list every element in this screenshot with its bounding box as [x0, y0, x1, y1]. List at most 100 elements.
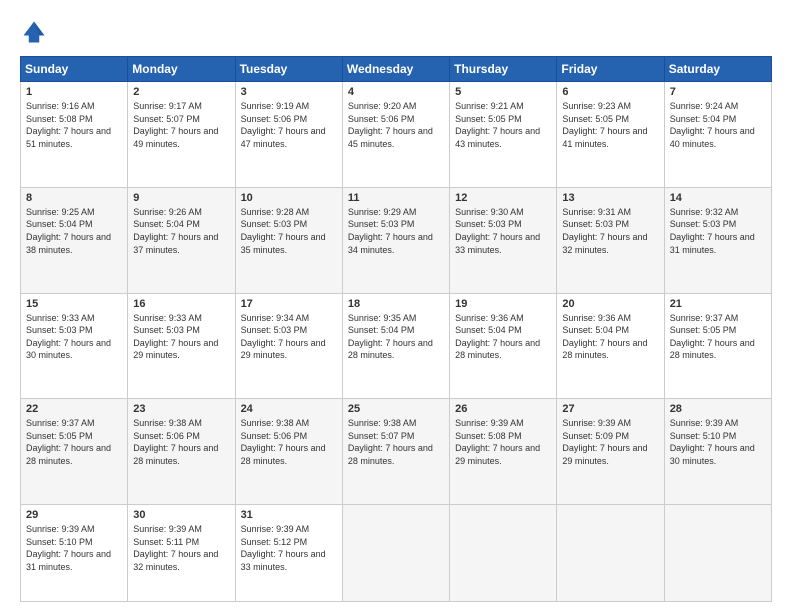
day-cell: 20 Sunrise: 9:36 AMSunset: 5:04 PMDaylig…	[557, 293, 664, 399]
day-cell: 16 Sunrise: 9:33 AMSunset: 5:03 PMDaylig…	[128, 293, 235, 399]
logo-icon	[20, 18, 48, 46]
day-info: Sunrise: 9:37 AMSunset: 5:05 PMDaylight:…	[26, 417, 122, 467]
day-cell: 17 Sunrise: 9:34 AMSunset: 5:03 PMDaylig…	[235, 293, 342, 399]
day-cell: 13 Sunrise: 9:31 AMSunset: 5:03 PMDaylig…	[557, 187, 664, 293]
day-cell: 10 Sunrise: 9:28 AMSunset: 5:03 PMDaylig…	[235, 187, 342, 293]
day-cell: 19 Sunrise: 9:36 AMSunset: 5:04 PMDaylig…	[450, 293, 557, 399]
day-info: Sunrise: 9:30 AMSunset: 5:03 PMDaylight:…	[455, 206, 551, 256]
day-number: 14	[670, 192, 766, 204]
day-info: Sunrise: 9:33 AMSunset: 5:03 PMDaylight:…	[26, 312, 122, 362]
day-info: Sunrise: 9:36 AMSunset: 5:04 PMDaylight:…	[455, 312, 551, 362]
day-info: Sunrise: 9:26 AMSunset: 5:04 PMDaylight:…	[133, 206, 229, 256]
week-row-2: 8 Sunrise: 9:25 AMSunset: 5:04 PMDayligh…	[21, 187, 772, 293]
day-cell: 24 Sunrise: 9:38 AMSunset: 5:06 PMDaylig…	[235, 399, 342, 505]
day-info: Sunrise: 9:29 AMSunset: 5:03 PMDaylight:…	[348, 206, 444, 256]
day-cell: 8 Sunrise: 9:25 AMSunset: 5:04 PMDayligh…	[21, 187, 128, 293]
day-info: Sunrise: 9:33 AMSunset: 5:03 PMDaylight:…	[133, 312, 229, 362]
day-cell: 23 Sunrise: 9:38 AMSunset: 5:06 PMDaylig…	[128, 399, 235, 505]
day-cell: 3 Sunrise: 9:19 AMSunset: 5:06 PMDayligh…	[235, 82, 342, 188]
day-info: Sunrise: 9:37 AMSunset: 5:05 PMDaylight:…	[670, 312, 766, 362]
logo	[20, 18, 52, 46]
day-info: Sunrise: 9:39 AMSunset: 5:12 PMDaylight:…	[241, 523, 337, 573]
day-number: 24	[241, 403, 337, 415]
day-info: Sunrise: 9:39 AMSunset: 5:11 PMDaylight:…	[133, 523, 229, 573]
day-cell	[450, 505, 557, 602]
day-number: 4	[348, 86, 444, 98]
week-row-3: 15 Sunrise: 9:33 AMSunset: 5:03 PMDaylig…	[21, 293, 772, 399]
page: SundayMondayTuesdayWednesdayThursdayFrid…	[0, 0, 792, 612]
day-cell: 1 Sunrise: 9:16 AMSunset: 5:08 PMDayligh…	[21, 82, 128, 188]
day-info: Sunrise: 9:39 AMSunset: 5:08 PMDaylight:…	[455, 417, 551, 467]
day-info: Sunrise: 9:39 AMSunset: 5:10 PMDaylight:…	[670, 417, 766, 467]
day-info: Sunrise: 9:16 AMSunset: 5:08 PMDaylight:…	[26, 100, 122, 150]
header-row: SundayMondayTuesdayWednesdayThursdayFrid…	[21, 57, 772, 82]
day-number: 8	[26, 192, 122, 204]
header	[20, 18, 772, 46]
day-number: 13	[562, 192, 658, 204]
day-cell: 12 Sunrise: 9:30 AMSunset: 5:03 PMDaylig…	[450, 187, 557, 293]
day-cell: 30 Sunrise: 9:39 AMSunset: 5:11 PMDaylig…	[128, 505, 235, 602]
day-cell: 4 Sunrise: 9:20 AMSunset: 5:06 PMDayligh…	[342, 82, 449, 188]
day-cell: 2 Sunrise: 9:17 AMSunset: 5:07 PMDayligh…	[128, 82, 235, 188]
day-cell: 11 Sunrise: 9:29 AMSunset: 5:03 PMDaylig…	[342, 187, 449, 293]
day-number: 17	[241, 298, 337, 310]
day-info: Sunrise: 9:31 AMSunset: 5:03 PMDaylight:…	[562, 206, 658, 256]
col-header-wednesday: Wednesday	[342, 57, 449, 82]
col-header-monday: Monday	[128, 57, 235, 82]
week-row-4: 22 Sunrise: 9:37 AMSunset: 5:05 PMDaylig…	[21, 399, 772, 505]
day-number: 21	[670, 298, 766, 310]
day-cell: 18 Sunrise: 9:35 AMSunset: 5:04 PMDaylig…	[342, 293, 449, 399]
day-cell: 5 Sunrise: 9:21 AMSunset: 5:05 PMDayligh…	[450, 82, 557, 188]
day-info: Sunrise: 9:23 AMSunset: 5:05 PMDaylight:…	[562, 100, 658, 150]
day-cell: 22 Sunrise: 9:37 AMSunset: 5:05 PMDaylig…	[21, 399, 128, 505]
day-number: 9	[133, 192, 229, 204]
day-cell: 27 Sunrise: 9:39 AMSunset: 5:09 PMDaylig…	[557, 399, 664, 505]
day-info: Sunrise: 9:21 AMSunset: 5:05 PMDaylight:…	[455, 100, 551, 150]
day-number: 29	[26, 509, 122, 521]
day-cell: 14 Sunrise: 9:32 AMSunset: 5:03 PMDaylig…	[664, 187, 771, 293]
day-number: 23	[133, 403, 229, 415]
day-number: 27	[562, 403, 658, 415]
day-cell: 15 Sunrise: 9:33 AMSunset: 5:03 PMDaylig…	[21, 293, 128, 399]
day-cell	[557, 505, 664, 602]
col-header-friday: Friday	[557, 57, 664, 82]
day-number: 6	[562, 86, 658, 98]
day-cell: 21 Sunrise: 9:37 AMSunset: 5:05 PMDaylig…	[664, 293, 771, 399]
day-info: Sunrise: 9:24 AMSunset: 5:04 PMDaylight:…	[670, 100, 766, 150]
day-number: 30	[133, 509, 229, 521]
day-number: 31	[241, 509, 337, 521]
day-number: 19	[455, 298, 551, 310]
day-number: 18	[348, 298, 444, 310]
day-info: Sunrise: 9:20 AMSunset: 5:06 PMDaylight:…	[348, 100, 444, 150]
col-header-sunday: Sunday	[21, 57, 128, 82]
day-number: 7	[670, 86, 766, 98]
day-number: 15	[26, 298, 122, 310]
day-info: Sunrise: 9:35 AMSunset: 5:04 PMDaylight:…	[348, 312, 444, 362]
day-info: Sunrise: 9:38 AMSunset: 5:06 PMDaylight:…	[241, 417, 337, 467]
day-number: 26	[455, 403, 551, 415]
day-cell: 6 Sunrise: 9:23 AMSunset: 5:05 PMDayligh…	[557, 82, 664, 188]
day-number: 3	[241, 86, 337, 98]
day-number: 16	[133, 298, 229, 310]
calendar-table: SundayMondayTuesdayWednesdayThursdayFrid…	[20, 56, 772, 602]
day-number: 1	[26, 86, 122, 98]
day-info: Sunrise: 9:38 AMSunset: 5:06 PMDaylight:…	[133, 417, 229, 467]
day-info: Sunrise: 9:19 AMSunset: 5:06 PMDaylight:…	[241, 100, 337, 150]
day-number: 5	[455, 86, 551, 98]
day-info: Sunrise: 9:28 AMSunset: 5:03 PMDaylight:…	[241, 206, 337, 256]
day-cell: 28 Sunrise: 9:39 AMSunset: 5:10 PMDaylig…	[664, 399, 771, 505]
day-number: 20	[562, 298, 658, 310]
day-info: Sunrise: 9:25 AMSunset: 5:04 PMDaylight:…	[26, 206, 122, 256]
day-cell: 29 Sunrise: 9:39 AMSunset: 5:10 PMDaylig…	[21, 505, 128, 602]
col-header-tuesday: Tuesday	[235, 57, 342, 82]
day-number: 25	[348, 403, 444, 415]
day-info: Sunrise: 9:32 AMSunset: 5:03 PMDaylight:…	[670, 206, 766, 256]
day-info: Sunrise: 9:34 AMSunset: 5:03 PMDaylight:…	[241, 312, 337, 362]
day-info: Sunrise: 9:17 AMSunset: 5:07 PMDaylight:…	[133, 100, 229, 150]
col-header-thursday: Thursday	[450, 57, 557, 82]
day-cell: 31 Sunrise: 9:39 AMSunset: 5:12 PMDaylig…	[235, 505, 342, 602]
day-number: 22	[26, 403, 122, 415]
day-cell: 25 Sunrise: 9:38 AMSunset: 5:07 PMDaylig…	[342, 399, 449, 505]
day-info: Sunrise: 9:38 AMSunset: 5:07 PMDaylight:…	[348, 417, 444, 467]
day-cell: 26 Sunrise: 9:39 AMSunset: 5:08 PMDaylig…	[450, 399, 557, 505]
